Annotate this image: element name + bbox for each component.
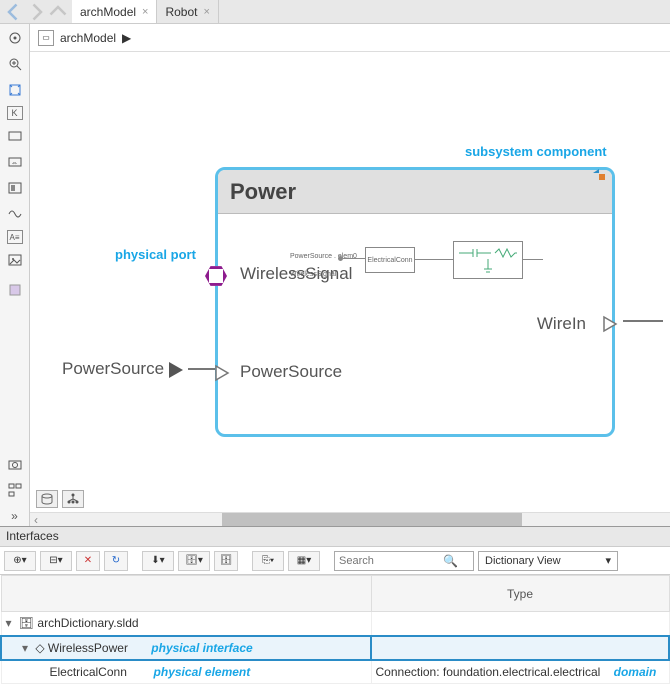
- anno-physical-port: physical port: [115, 247, 196, 262]
- thumb-port-label: WirelessSignal: [290, 271, 336, 278]
- signal-icon[interactable]: [5, 204, 25, 224]
- block-icon[interactable]: [5, 178, 25, 198]
- import-button[interactable]: ⬇▾: [142, 551, 174, 571]
- port-wirein-triangle[interactable]: [602, 315, 620, 336]
- tree-view-icon[interactable]: [62, 490, 84, 508]
- interfaces-search[interactable]: 🔍: [334, 551, 474, 571]
- refresh-button[interactable]: ↻: [104, 551, 128, 571]
- db-icon[interactable]: [36, 490, 58, 508]
- interfaces-table: Type ▾ 🗄 archDictionary.sldd ▾ ◇ Wireles…: [0, 575, 670, 684]
- interfaces-panel-title: Interfaces: [0, 527, 670, 547]
- model-icon: ▭: [38, 30, 54, 46]
- zoom-in-icon[interactable]: [5, 54, 25, 74]
- canvas[interactable]: subsystem component physical subsystem p…: [30, 52, 670, 486]
- horizontal-scrollbar[interactable]: ‹: [30, 512, 670, 526]
- columns-button[interactable]: ▦▾: [288, 551, 320, 571]
- scrollbar-thumb[interactable]: [222, 513, 522, 526]
- view-mode-label: Dictionary View: [485, 555, 561, 567]
- link-db-button[interactable]: 🗄▾: [178, 551, 210, 571]
- tab-robot[interactable]: Robot ×: [157, 0, 218, 23]
- inport-icon: [169, 362, 183, 378]
- nav-up-icon[interactable]: [48, 2, 68, 22]
- canvas-bottom-toolbar: [30, 486, 670, 512]
- breadcrumb[interactable]: ▭ archModel ▶: [30, 24, 670, 52]
- thumb-circuit-box: [453, 241, 523, 279]
- rect-icon[interactable]: [5, 126, 25, 146]
- dictionary-icon: 🗄: [19, 616, 34, 630]
- svg-text:⇔: ⇔: [11, 160, 18, 167]
- filter-button[interactable]: ⎘▾: [252, 551, 284, 571]
- external-powersource-label: PowerSource: [62, 359, 164, 378]
- breadcrumb-model: archModel: [60, 31, 116, 45]
- interfaces-panel: Interfaces ⊕▾ ⊟▾ ✕ ↻ ⬇▾ 🗄▾ 🗄 ⎘▾ ▦▾ 🔍 Dic…: [0, 526, 670, 684]
- port-powersource-triangle[interactable]: [214, 364, 232, 385]
- k-icon[interactable]: K: [7, 106, 23, 120]
- block-title-bar: Power: [218, 170, 612, 214]
- db-button[interactable]: 🗄: [214, 551, 238, 571]
- interfaces-toolbar: ⊕▾ ⊟▾ ✕ ↻ ⬇▾ 🗄▾ 🗄 ⎘▾ ▦▾ 🔍 Dictionary Vie…: [0, 547, 670, 575]
- close-icon[interactable]: ×: [204, 6, 210, 18]
- expand-icon[interactable]: »: [5, 506, 25, 526]
- delete-button[interactable]: ✕: [76, 551, 100, 571]
- text-icon[interactable]: A≡: [7, 230, 23, 244]
- table-row-dictionary[interactable]: ▾ 🗄 archDictionary.sldd: [1, 612, 669, 636]
- nav-forward-icon[interactable]: [26, 2, 46, 22]
- element-name: ElectricalConn: [50, 665, 127, 679]
- chevron-right-icon: ▶: [122, 31, 131, 45]
- table-row-wirelesspower[interactable]: ▾ ◇ WirelessPower physical interface: [1, 636, 669, 660]
- port-wireless-signal-hex[interactable]: [205, 265, 227, 287]
- anno-physical-element: physical element: [154, 665, 251, 679]
- new-interface-button[interactable]: ⊕▾: [4, 551, 36, 571]
- nav-back-icon[interactable]: [4, 2, 24, 22]
- signal-line-out: [623, 320, 663, 322]
- camera-icon[interactable]: [5, 454, 25, 474]
- tab-archmodel[interactable]: archModel ×: [72, 0, 157, 23]
- col-type[interactable]: Type: [371, 576, 669, 612]
- port-icon[interactable]: ⇔: [5, 152, 25, 172]
- dictionary-name: archDictionary.sldd: [37, 616, 138, 630]
- table-row-electricalconn[interactable]: ElectricalConn physical element Connecti…: [1, 660, 669, 684]
- subsystem-thumbnail: PowerSource . elem0 WirelessSignal Elect…: [290, 247, 540, 307]
- interface-name: WirelessPower: [48, 641, 128, 655]
- image-icon[interactable]: [5, 250, 25, 270]
- interface-icon: ◇: [35, 641, 44, 655]
- search-input[interactable]: [339, 555, 439, 567]
- view-mode-dropdown[interactable]: Dictionary View ▾: [478, 551, 618, 571]
- port-powersource-label: PowerSource: [240, 362, 342, 382]
- element-type: Connection: foundation.electrical.electr…: [376, 665, 601, 679]
- component-icon[interactable]: [5, 280, 25, 300]
- thumb-electricalconn-box: ElectricalConn: [365, 247, 415, 273]
- anno-domain: domain: [614, 665, 657, 679]
- block-title: Power: [230, 179, 296, 205]
- target-icon[interactable]: [5, 28, 25, 48]
- anno-subsystem-component: subsystem component: [465, 144, 607, 159]
- external-powersource[interactable]: PowerSource: [62, 359, 183, 379]
- hierarchy-icon[interactable]: [5, 480, 25, 500]
- collapse-icon[interactable]: ▾: [22, 641, 32, 655]
- close-icon[interactable]: ×: [142, 6, 148, 18]
- collapse-icon[interactable]: ▾: [6, 616, 16, 630]
- signal-line: [188, 368, 215, 370]
- search-icon: 🔍: [443, 554, 458, 568]
- new-element-button[interactable]: ⊟▾: [40, 551, 72, 571]
- chevron-down-icon: ▾: [605, 554, 611, 567]
- side-toolbar: K ⇔ A≡ »: [0, 24, 30, 526]
- col-name[interactable]: [1, 576, 371, 612]
- port-wirein-label: WireIn: [537, 314, 586, 334]
- linked-subsystem-icon: [592, 168, 606, 185]
- tab-label: archModel: [80, 5, 136, 19]
- tab-label: Robot: [165, 5, 197, 19]
- fit-icon[interactable]: [5, 80, 25, 100]
- anno-physical-interface: physical interface: [151, 641, 252, 655]
